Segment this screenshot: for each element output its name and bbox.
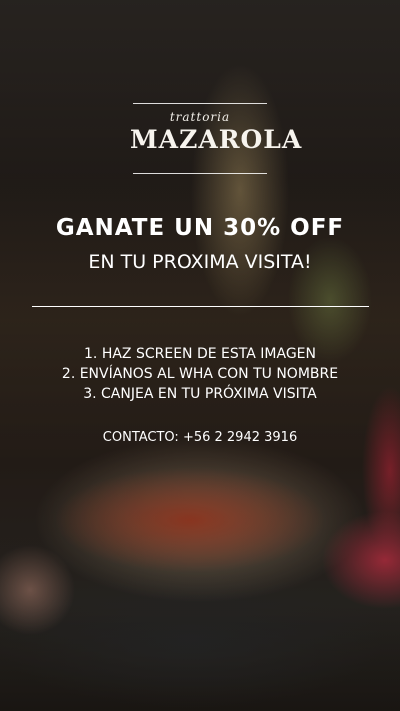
logo-bottom-rule <box>133 173 267 174</box>
step-item: 2. ENVÍANOS AL WHA CON TU NOMBRE <box>61 366 339 382</box>
contact-info: CONTACTO: +56 2 2942 3916 <box>102 430 298 445</box>
divider-line <box>32 306 369 307</box>
logo-name: MAZAROLA <box>130 125 303 154</box>
step-item: 1. HAZ SCREEN DE ESTA IMAGEN <box>84 346 316 362</box>
restaurant-logo: trattoria MAZAROLA <box>130 100 303 178</box>
promo-headline: GANATE UN 30% OFF <box>55 215 345 241</box>
logo-top-rule <box>133 103 267 104</box>
promo-card: trattoria MAZAROLA GANATE UN 30% OFF EN … <box>0 0 400 711</box>
steps-list: 1. HAZ SCREEN DE ESTA IMAGEN 2. ENVÍANOS… <box>0 344 400 404</box>
step-item: 3. CANJEA EN TU PRÓXIMA VISITA <box>83 386 317 402</box>
logo-subtitle: trattoria <box>169 110 231 124</box>
promo-subheadline: EN TU PROXIMA VISITA! <box>88 251 312 273</box>
